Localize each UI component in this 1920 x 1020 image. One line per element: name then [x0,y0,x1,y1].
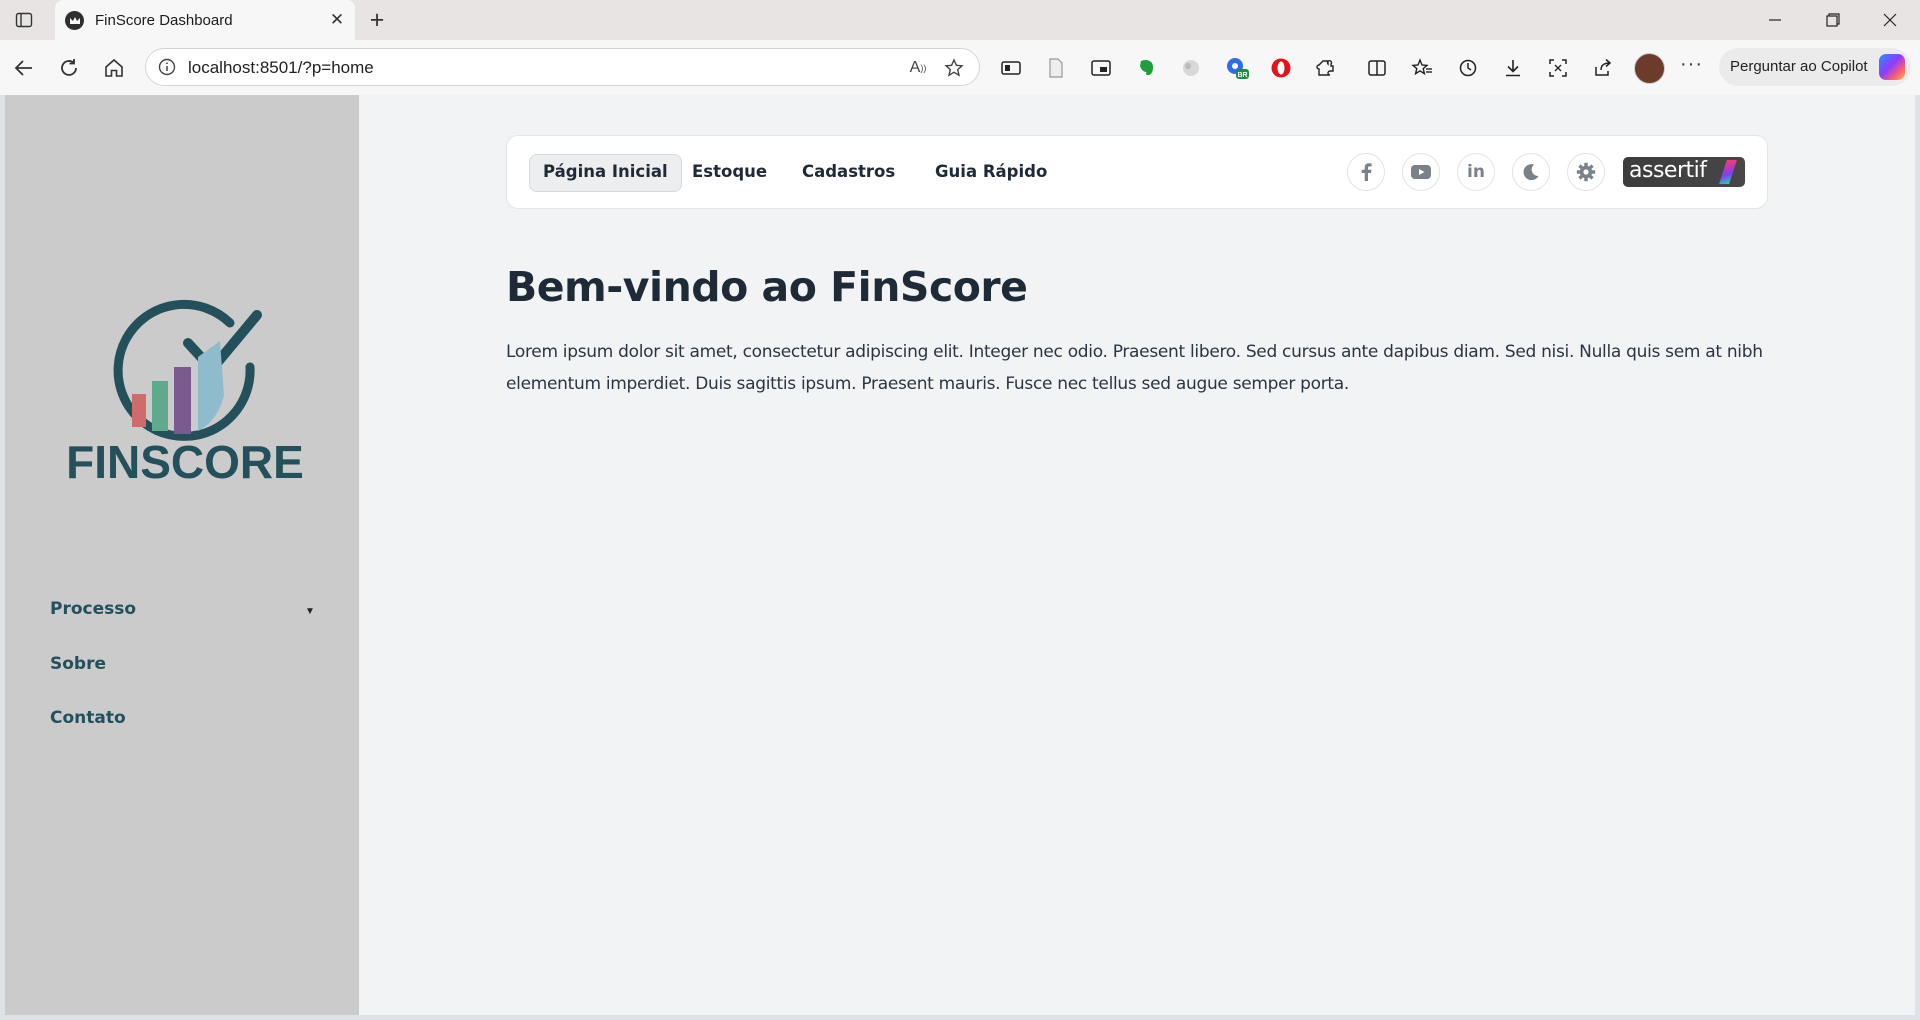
split-screen-icon[interactable] [1364,55,1390,81]
nav-link-estoque[interactable]: Estoque [679,154,780,190]
moon-icon[interactable] [1512,153,1550,191]
more-icon[interactable]: ··· [1680,53,1703,76]
close-tab-icon[interactable]: ✕ [327,10,347,30]
nav-link-pagina-inicial[interactable]: Página Inicial [529,154,682,192]
copilot-button[interactable]: Perguntar ao Copilot [1719,48,1911,86]
facebook-icon[interactable] [1347,153,1385,191]
favorite-star-icon[interactable] [942,56,966,80]
home-icon[interactable] [98,52,130,84]
linkedin-icon[interactable]: in [1457,153,1495,191]
browser-tab-strip: FinScore Dashboard ✕ + [0,0,1920,40]
vpn-icon[interactable]: BR [1224,55,1250,81]
history-icon[interactable] [1455,55,1481,81]
evernote-icon[interactable] [1133,55,1159,81]
back-icon[interactable] [8,52,40,84]
info-icon[interactable] [158,58,176,76]
download-icon[interactable] [1500,55,1526,81]
intro-paragraph: Lorem ipsum dolor sit amet, consectetur … [506,342,1763,394]
assertif-brand-logo[interactable]: assertif [1623,157,1745,187]
document-icon[interactable] [1043,55,1069,81]
sidebar-item-sobre[interactable]: Sobre [50,654,106,674]
browser-toolbar: localhost:8501/?p=home A)) BR ··· Pergun… [0,40,1920,95]
logo-mark-icon [113,299,262,441]
gear-icon[interactable] [1567,153,1605,191]
logo-wordmark: FINSCORE [66,436,304,485]
top-navbar: Página Inicial Estoque Cadastros Guia Rá… [506,135,1768,209]
caret-down-icon[interactable]: ▼ [305,606,315,617]
nav-link-cadastros[interactable]: Cadastros [789,154,908,190]
app-viewport: FINSCORE Processo ▼ Sobre Contato Página… [5,95,1915,1015]
youtube-icon[interactable] [1402,153,1440,191]
brand-mark-icon [1719,160,1737,184]
share-icon[interactable] [1590,55,1616,81]
immersive-reader-icon[interactable] [998,55,1024,81]
puzzle-icon[interactable] [1313,55,1339,81]
restore-icon[interactable] [1805,0,1861,40]
sidebar-item-contato[interactable]: Contato [50,708,126,728]
tab-title: FinScore Dashboard [95,12,233,29]
sidebar: FINSCORE Processo ▼ Sobre Contato [5,95,359,1015]
copilot-icon [1879,54,1905,80]
url-text[interactable]: localhost:8501/?p=home [188,58,374,78]
address-bar[interactable]: localhost:8501/?p=home A)) [145,48,980,86]
streamlit-crown-icon [65,11,84,30]
page-title: Bem-vindo ao FinScore [506,263,1028,311]
new-tab-icon[interactable]: + [364,7,390,33]
extension-badge: BR [1237,72,1247,79]
brand-label: assertif [1629,158,1707,183]
copilot-label: Perguntar ao Copilot [1730,58,1868,75]
picture-in-picture-icon[interactable] [1088,55,1114,81]
sidebar-item-processo[interactable]: Processo [50,599,136,619]
profile-avatar[interactable] [1634,53,1665,84]
favorites-icon[interactable] [1409,55,1435,81]
browser-tab[interactable]: FinScore Dashboard ✕ [55,0,355,40]
close-window-icon[interactable] [1862,0,1918,40]
tab-actions-icon[interactable] [12,8,36,32]
screenshot-icon[interactable] [1545,55,1571,81]
refresh-icon[interactable] [53,52,85,84]
read-aloud-icon[interactable]: A)) [906,56,930,80]
extension-icon[interactable] [1178,55,1204,81]
nav-link-guia-rapido[interactable]: Guia Rápido [922,154,1060,190]
opera-icon[interactable] [1268,55,1294,81]
finscore-logo: FINSCORE [66,299,304,485]
minimize-icon[interactable] [1747,0,1803,40]
